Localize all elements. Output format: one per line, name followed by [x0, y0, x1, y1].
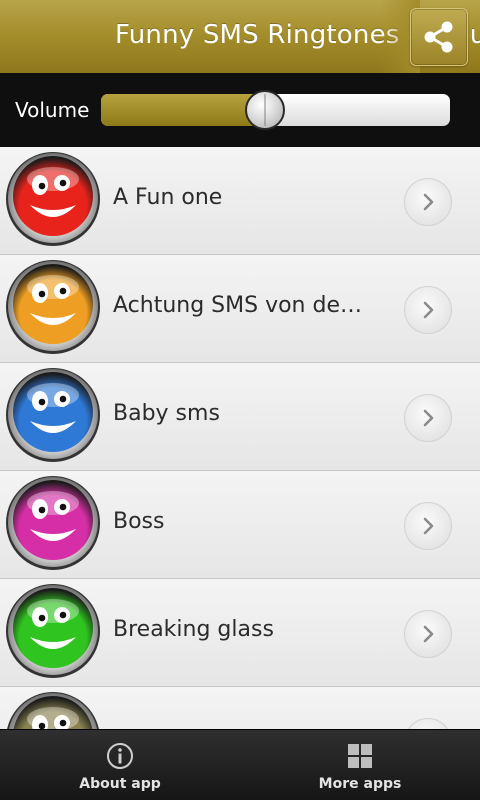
ringtone-row[interactable] [0, 687, 480, 729]
volume-slider-fill [101, 94, 266, 126]
volume-label: Volume [15, 98, 90, 122]
app-header: Funny SMS Ringtones & Sounds [0, 0, 480, 73]
ringtone-name: Baby sms [113, 401, 220, 426]
volume-slider-thumb[interactable] [245, 90, 286, 130]
share-icon [424, 21, 453, 53]
play-button[interactable] [404, 178, 452, 226]
more-apps-label: More apps [318, 776, 402, 792]
chevron-right-icon [423, 193, 434, 211]
about-app-button[interactable]: About app [0, 730, 240, 800]
play-button[interactable] [404, 286, 452, 334]
ringtone-name: Boss [113, 509, 165, 534]
chevron-right-icon [423, 409, 434, 427]
play-button[interactable] [404, 610, 452, 658]
volume-bar: Volume [0, 73, 480, 147]
ringtone-row[interactable]: Baby sms [0, 363, 480, 471]
ringtone-name: Achtung SMS von der Polizei [113, 293, 368, 318]
about-app-label: About app [79, 776, 161, 792]
ringtone-row[interactable]: Breaking glass [0, 579, 480, 687]
chevron-right-icon [423, 625, 434, 643]
info-icon [107, 743, 133, 769]
ringtone-row[interactable]: A Fun one [0, 147, 480, 255]
chevron-right-icon [423, 301, 434, 319]
ringtone-list: A Fun one Achtung SMS von der Polizei Baby… [0, 147, 480, 729]
ringtone-name: Breaking glass [113, 617, 274, 642]
ringtone-name: A Fun one [113, 185, 223, 210]
play-button[interactable] [404, 718, 452, 729]
more-apps-button[interactable]: More apps [240, 730, 480, 800]
grid-icon [348, 744, 372, 768]
share-button[interactable] [410, 8, 468, 66]
ringtone-row[interactable]: Boss [0, 471, 480, 579]
chevron-right-icon [423, 517, 434, 535]
play-button[interactable] [404, 394, 452, 442]
ringtone-row[interactable]: Achtung SMS von der Polizei [0, 255, 480, 363]
bottom-bar: About app More apps [0, 729, 480, 800]
play-button[interactable] [404, 502, 452, 550]
